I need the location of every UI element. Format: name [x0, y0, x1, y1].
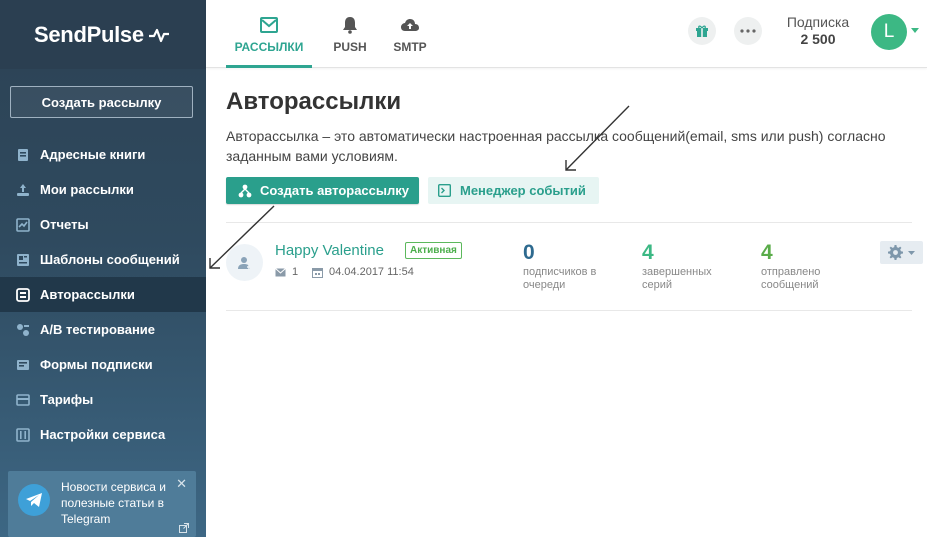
gift-button[interactable] — [688, 17, 716, 45]
automation-icon — [16, 287, 30, 302]
telegram-promo-text: Новости сервиса и полезные статьи в Tele… — [61, 480, 166, 526]
stat-sent-value: 4 — [761, 241, 773, 264]
sidebar: SendPulse Создать рассылку Адресные книг… — [0, 0, 206, 537]
reports-icon — [16, 217, 30, 232]
avatar[interactable]: L — [871, 14, 907, 50]
email-icon — [260, 17, 278, 33]
stat-queue-label: подписчиков в очереди — [523, 266, 597, 291]
sidebar-item-automations[interactable]: Авторассылки — [0, 277, 206, 312]
sidebar-item-label: Шаблоны сообщений — [40, 252, 180, 267]
created-date: 04.04.2017 11:54 — [312, 266, 414, 278]
automation-flow-icon — [238, 184, 252, 197]
create-automation-label: Создать авторассылку — [260, 183, 409, 198]
gift-icon — [696, 25, 708, 37]
telegram-icon — [18, 484, 50, 516]
telegram-promo[interactable]: Новости сервиса и полезные статьи в Tele… — [8, 471, 196, 537]
chevron-down-icon — [907, 250, 915, 255]
sidebar-item-ab-testing[interactable]: A/B тестирование — [0, 312, 206, 347]
stat-sent-label: отправлено сообщений — [761, 266, 821, 291]
tab-label: SMTP — [393, 40, 427, 54]
more-dots-icon — [740, 29, 756, 33]
divider — [226, 310, 912, 311]
bell-icon — [343, 17, 357, 34]
stat-completed-label: завершенных серий — [642, 266, 712, 291]
create-campaign-button[interactable]: Создать рассылку — [10, 86, 193, 118]
event-manager-label: Менеджер событий — [460, 183, 586, 198]
logo-text: SendPulse — [34, 21, 144, 47]
user-add-icon — [237, 256, 251, 269]
automation-avatar — [226, 244, 263, 281]
sidebar-item-label: Мои рассылки — [40, 182, 134, 197]
close-icon[interactable]: ✕ — [176, 476, 187, 492]
tab-campaigns[interactable]: РАССЫЛКИ — [226, 0, 312, 68]
stat-completed-value: 4 — [642, 241, 654, 264]
subscription-label: Подписка — [786, 14, 850, 30]
more-button[interactable] — [734, 17, 762, 45]
sidebar-item-label: Тарифы — [40, 392, 94, 407]
settings-icon — [16, 427, 30, 442]
logo[interactable]: SendPulse — [0, 0, 206, 69]
event-manager-button[interactable]: Менеджер событий — [428, 177, 599, 204]
sidebar-item-my-campaigns[interactable]: Мои рассылки — [0, 172, 206, 207]
sidebar-item-address-books[interactable]: Адресные книги — [0, 137, 206, 172]
divider — [226, 222, 912, 223]
sidebar-item-label: Авторассылки — [40, 287, 135, 302]
automation-name-link[interactable]: Happy Valentine — [275, 242, 384, 259]
tab-smtp[interactable]: SMTP — [386, 0, 434, 68]
tab-label: PUSH — [333, 40, 367, 54]
email-count: 1 — [275, 266, 298, 278]
forms-icon — [16, 358, 30, 372]
address-book-icon — [16, 148, 30, 162]
email-count-value: 1 — [292, 266, 299, 278]
page-title: Авторассылки — [226, 88, 402, 115]
pricing-icon — [16, 393, 30, 407]
automation-settings-button[interactable] — [880, 241, 923, 264]
top-bar: РАССЫЛКИ PUSH SMTP Подписка 2 500 L — [206, 0, 927, 68]
external-link-icon[interactable] — [179, 523, 189, 533]
gear-icon — [887, 245, 903, 260]
campaigns-icon — [16, 183, 30, 197]
ab-test-icon — [16, 323, 30, 337]
sidebar-item-service-settings[interactable]: Настройки сервиса — [0, 417, 206, 452]
sidebar-item-label: Настройки сервиса — [40, 427, 166, 442]
sidebar-item-label: Отчеты — [40, 217, 89, 232]
chevron-down-icon[interactable] — [911, 28, 919, 33]
sidebar-item-reports[interactable]: Отчеты — [0, 207, 206, 242]
event-manager-icon — [438, 184, 451, 197]
cloud-upload-icon — [401, 19, 419, 31]
tab-push[interactable]: PUSH — [322, 0, 378, 68]
sidebar-item-subscription-forms[interactable]: Формы подписки — [0, 347, 206, 382]
sidebar-item-label: A/B тестирование — [40, 322, 156, 337]
sidebar-item-label: Формы подписки — [40, 357, 153, 372]
sidebar-nav: Адресные книги Мои рассылки Отчеты Шабло… — [0, 137, 206, 452]
status-badge: Активная — [405, 242, 462, 259]
created-date-value: 04.04.2017 11:54 — [329, 266, 414, 278]
page-description: Авторассылка – это автоматически настрое… — [226, 128, 886, 164]
calendar-icon — [312, 267, 323, 278]
sidebar-item-templates[interactable]: Шаблоны сообщений — [0, 242, 206, 277]
create-automation-button[interactable]: Создать авторассылку — [226, 177, 419, 204]
subscription-value: 2 500 — [800, 31, 836, 47]
envelope-icon — [275, 267, 286, 276]
sidebar-item-label: Адресные книги — [40, 147, 146, 162]
templates-icon — [16, 253, 30, 267]
sidebar-item-pricing[interactable]: Тарифы — [0, 382, 206, 417]
tab-label: РАССЫЛКИ — [234, 40, 304, 54]
pulse-logo-icon — [148, 28, 169, 42]
stat-queue-value: 0 — [523, 241, 535, 264]
